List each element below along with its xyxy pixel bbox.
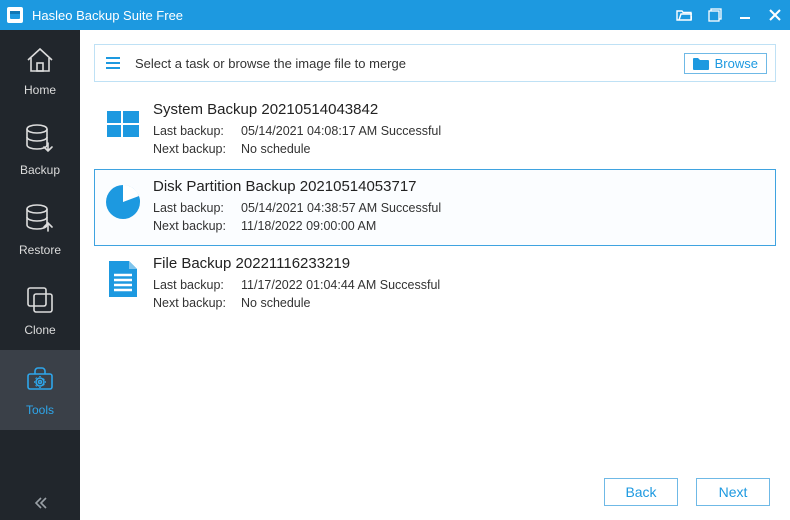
close-icon[interactable] <box>768 8 782 22</box>
home-icon <box>23 43 57 77</box>
task-card[interactable]: File Backup 20221116233219 Last backup:11… <box>94 246 776 323</box>
next-button[interactable]: Next <box>696 478 770 506</box>
sidebar-collapse[interactable] <box>0 486 80 520</box>
instruction-text: Select a task or browse the image file t… <box>135 56 684 71</box>
task-title: System Backup 20210514043842 <box>153 101 765 118</box>
next-backup-value: No schedule <box>241 142 311 156</box>
sidebar-item-label: Tools <box>26 403 54 417</box>
open-icon[interactable] <box>676 8 692 22</box>
app-title: Hasleo Backup Suite Free <box>32 8 676 23</box>
last-backup-label: Last backup: <box>153 124 241 138</box>
sidebar-item-label: Clone <box>24 323 55 337</box>
backup-icon <box>23 123 57 157</box>
task-list: System Backup 20210514043842 Last backup:… <box>94 92 776 464</box>
window-controls <box>676 8 782 22</box>
task-card[interactable]: Disk Partition Backup 20210514053717 Last… <box>94 169 776 246</box>
task-info: System Backup 20210514043842 Last backup:… <box>153 101 765 160</box>
task-info: File Backup 20221116233219 Last backup:11… <box>153 255 765 314</box>
task-title: File Backup 20221116233219 <box>153 255 765 272</box>
app-icon <box>6 6 24 24</box>
titlebar: Hasleo Backup Suite Free <box>0 0 790 30</box>
minimize-icon[interactable] <box>738 8 752 22</box>
last-backup-value: 05/14/2021 04:38:57 AM Successful <box>241 201 441 215</box>
sidebar-item-label: Backup <box>20 163 60 177</box>
list-info-icon <box>105 55 121 71</box>
next-backup-value: No schedule <box>241 296 311 310</box>
last-backup-label: Last backup: <box>153 278 241 292</box>
footer: Back Next <box>80 464 790 520</box>
pie-task-icon <box>101 180 145 224</box>
task-info: Disk Partition Backup 20210514053717 Last… <box>153 178 765 237</box>
sidebar: Home Backup Restore Clone Tools <box>0 30 80 520</box>
last-backup-label: Last backup: <box>153 201 241 215</box>
content-pane: Select a task or browse the image file t… <box>80 30 790 520</box>
restore-icon[interactable] <box>708 8 722 22</box>
sidebar-item-restore[interactable]: Restore <box>0 190 80 270</box>
next-backup-label: Next backup: <box>153 142 241 156</box>
next-backup-value: 11/18/2022 09:00:00 AM <box>241 219 376 233</box>
task-card[interactable]: System Backup 20210514043842 Last backup:… <box>94 92 776 169</box>
back-button[interactable]: Back <box>604 478 678 506</box>
last-backup-value: 11/17/2022 01:04:44 AM Successful <box>241 278 440 292</box>
next-backup-label: Next backup: <box>153 296 241 310</box>
clone-icon <box>23 283 57 317</box>
sidebar-item-label: Restore <box>19 243 61 257</box>
instruction-bar: Select a task or browse the image file t… <box>94 44 776 82</box>
folder-icon <box>693 57 709 70</box>
restore-db-icon <box>23 203 57 237</box>
task-title: Disk Partition Backup 20210514053717 <box>153 178 765 195</box>
sidebar-item-home[interactable]: Home <box>0 30 80 110</box>
sidebar-item-tools[interactable]: Tools <box>0 350 80 430</box>
browse-label: Browse <box>715 56 758 71</box>
sidebar-item-backup[interactable]: Backup <box>0 110 80 190</box>
tools-icon <box>23 363 57 397</box>
sidebar-item-label: Home <box>24 83 56 97</box>
browse-button[interactable]: Browse <box>684 53 767 74</box>
windows-task-icon <box>101 103 145 147</box>
doc-task-icon <box>101 257 145 301</box>
last-backup-value: 05/14/2021 04:08:17 AM Successful <box>241 124 441 138</box>
next-backup-label: Next backup: <box>153 219 241 233</box>
sidebar-item-clone[interactable]: Clone <box>0 270 80 350</box>
